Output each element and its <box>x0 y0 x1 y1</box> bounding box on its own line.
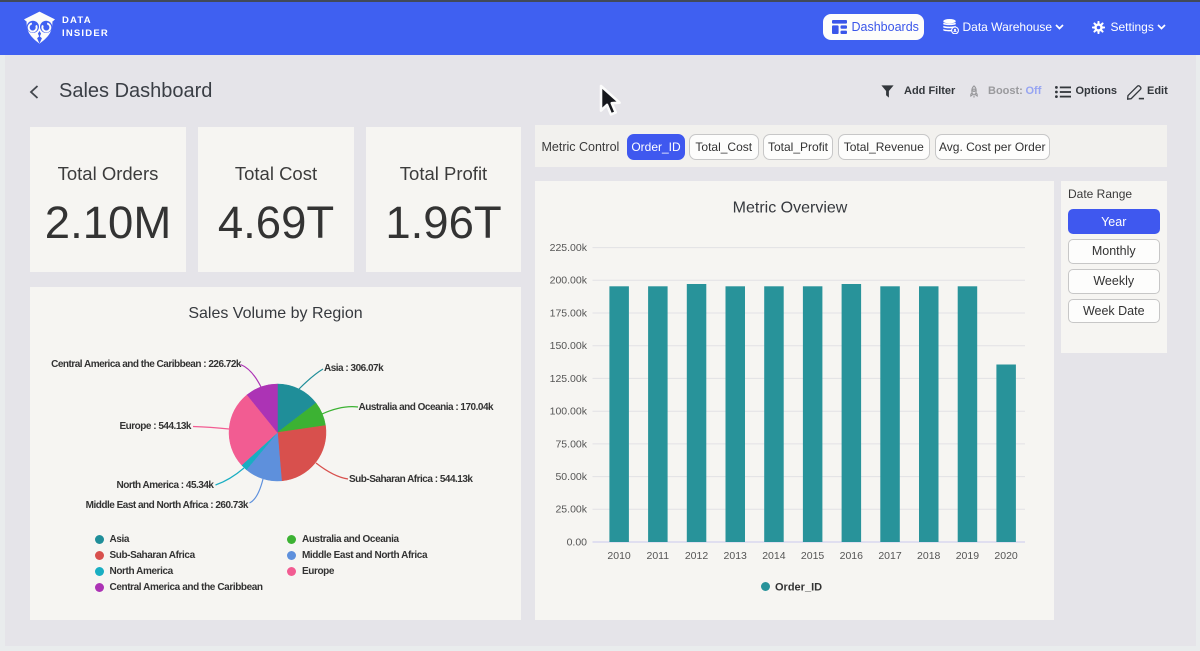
svg-text:2018: 2018 <box>917 550 941 562</box>
svg-text:125.00k: 125.00k <box>550 373 588 385</box>
svg-text:0.00: 0.00 <box>567 536 588 548</box>
svg-text:2019: 2019 <box>956 550 980 562</box>
svg-text:100.00k: 100.00k <box>550 406 588 418</box>
svg-text:2020: 2020 <box>994 550 1018 562</box>
svg-text:2014: 2014 <box>762 550 786 562</box>
svg-text:2016: 2016 <box>840 550 864 562</box>
svg-text:Metric Overview: Metric Overview <box>733 200 848 217</box>
svg-text:225.00k: 225.00k <box>550 242 588 254</box>
svg-text:2012: 2012 <box>685 550 709 562</box>
svg-text:50.00k: 50.00k <box>555 471 587 483</box>
svg-text:2010: 2010 <box>607 550 631 562</box>
svg-text:25.00k: 25.00k <box>555 504 587 516</box>
svg-text:2015: 2015 <box>801 550 825 562</box>
svg-text:2011: 2011 <box>647 550 670 562</box>
svg-text:200.00k: 200.00k <box>550 275 588 287</box>
svg-text:175.00k: 175.00k <box>550 307 588 319</box>
svg-text:150.00k: 150.00k <box>550 340 588 352</box>
svg-text:Order_ID: Order_ID <box>775 582 822 594</box>
svg-text:2013: 2013 <box>724 550 748 562</box>
svg-text:75.00k: 75.00k <box>555 438 587 450</box>
svg-text:2017: 2017 <box>878 550 902 562</box>
